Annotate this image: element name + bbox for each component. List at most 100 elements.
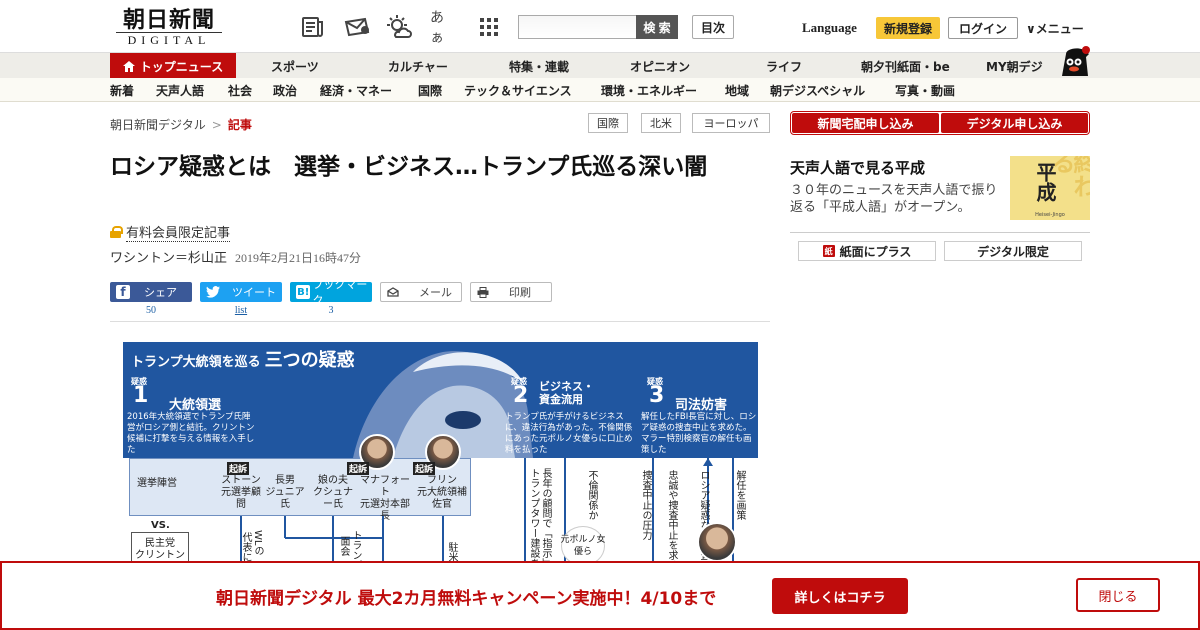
sub-nav: 新着 天声人語 社会 政治 経済・マネー 国際 テック＆サイエンス 環境・エネル…	[0, 78, 1200, 102]
menu-button[interactable]: ∨メニュー	[1026, 20, 1084, 37]
paper-plus-button[interactable]: 紙 紙面にプラス	[798, 241, 936, 261]
nav-item-culture[interactable]: カルチャー	[388, 53, 448, 79]
share-divider	[110, 321, 770, 322]
digital-only-button[interactable]: デジタル限定	[944, 241, 1082, 261]
paper-plus-label: 紙面にプラス	[839, 244, 912, 259]
campaign-banner-text: 朝日新聞デジタル 最大2カ月無料キャンペーン実施中！4/10まで	[216, 589, 717, 609]
tweet-list-link[interactable]: list	[200, 305, 282, 316]
hatena-label: ブックマーク	[312, 278, 368, 307]
author: ワシントン＝杉山正	[110, 251, 228, 266]
nav-item-my-asadigi[interactable]: MY朝デジ	[986, 53, 1043, 79]
note-wl: WLの	[252, 530, 263, 556]
tag-international[interactable]: 国際	[588, 113, 628, 133]
subscribe-paper-button[interactable]: 新聞宅配申し込み	[792, 113, 939, 133]
twitter-icon	[206, 286, 220, 298]
message-icon[interactable]	[342, 14, 372, 40]
subnav-tech[interactable]: テック＆サイエンス	[464, 78, 572, 102]
facebook-share-count: 50	[146, 305, 156, 316]
print-label: 印刷	[509, 286, 531, 299]
newspaper-icon[interactable]	[300, 14, 326, 40]
mail-share-button[interactable]: メール	[380, 282, 462, 302]
note-meeting: 面会	[338, 536, 349, 556]
mail-label: メール	[419, 286, 452, 299]
breadcrumb: 朝日新聞デジタル > 記事	[110, 116, 252, 133]
chevron-down-icon: ∨	[1026, 22, 1036, 36]
breadcrumb-home[interactable]: 朝日新聞デジタル	[110, 118, 206, 132]
signup-button[interactable]: 新規登録	[876, 17, 940, 39]
tweet-button[interactable]: ツイート	[200, 282, 282, 302]
tag-north-america[interactable]: 北米	[641, 113, 681, 133]
subnav-politics[interactable]: 政治	[273, 78, 297, 102]
search-button[interactable]: 検 索	[636, 15, 678, 39]
weather-icon[interactable]	[386, 14, 412, 40]
breadcrumb-separator: >	[211, 118, 222, 132]
note-trump-tower: トランプタワー建設を	[528, 468, 539, 568]
sidebar-divider	[790, 232, 1090, 233]
subnav-international[interactable]: 国際	[418, 78, 442, 102]
note-pressure: 捜査中止の圧力	[640, 470, 651, 540]
heisei-kanji: 平成	[1033, 162, 1057, 202]
tag-europe[interactable]: ヨーロッパ	[692, 113, 770, 133]
print-icon	[477, 286, 489, 298]
paid-article-label[interactable]: 有料会員限定記事	[110, 222, 231, 242]
subnav-photo-video[interactable]: 写真・動画	[895, 78, 955, 102]
note-dismissal: 解任を画策	[734, 470, 745, 520]
note-loyalty: 忠誠や捜査中止を求め	[666, 470, 677, 570]
subnav-special[interactable]: 朝デジスペシャル	[770, 78, 865, 102]
menu-label: メニュー	[1035, 22, 1084, 36]
banner-close-button[interactable]: 閉じる	[1076, 578, 1160, 612]
site-logo[interactable]: 朝日新聞 DIGITAL	[110, 7, 228, 47]
tweet-label: ツイート	[232, 286, 276, 299]
site-header: 朝日新聞 DIGITAL あぁ 検 索 目次 Language 新規登録 ログイ…	[0, 0, 1200, 52]
font-size-icon[interactable]: あぁ	[430, 10, 456, 46]
home-icon	[122, 60, 135, 72]
nav-top-news-label: トップニュース	[139, 59, 224, 74]
hatena-icon: B!	[296, 285, 311, 299]
promo-title[interactable]: 天声人語で見る平成	[790, 157, 925, 178]
publish-date: 2019年2月21日16時47分	[235, 251, 362, 265]
promo-description[interactable]: ３０年のニュースを天声人語で振り返る「平成人語」がオープン。	[790, 182, 1004, 216]
print-button[interactable]: 印刷	[470, 282, 552, 302]
campaign-details-button[interactable]: 詳しくはコチラ	[772, 578, 908, 614]
main-nav: トップニュース スポーツ カルチャー 特集・連載 オピニオン ライフ 朝夕刊紙面…	[0, 52, 1200, 79]
logo-main-text: 朝日新聞	[122, 7, 215, 33]
nav-top-news[interactable]: トップニュース	[110, 53, 236, 79]
article-title: ロシア疑惑とは 選挙・ビジネス…トランプ氏巡る深い闇	[110, 154, 708, 180]
subnav-economy[interactable]: 経済・マネー	[320, 78, 392, 102]
nav-item-opinion[interactable]: オピニオン	[630, 53, 690, 79]
campaign-banner: 朝日新聞デジタル 最大2カ月無料キャンペーン実施中！4/10まで 詳しくはコチラ…	[0, 561, 1200, 630]
nav-item-features[interactable]: 特集・連載	[509, 53, 569, 79]
paid-article-text: 有料会員限定記事	[126, 222, 231, 242]
language-link[interactable]: Language	[802, 20, 857, 36]
breadcrumb-current: 記事	[227, 118, 252, 132]
lock-icon	[110, 226, 123, 238]
note-wl-rep: 代表に	[240, 532, 251, 562]
subnav-tenseijingo[interactable]: 天声人語	[156, 78, 204, 102]
hatena-bookmark-button[interactable]: B! ブックマーク	[290, 278, 372, 307]
nav-item-life[interactable]: ライフ	[766, 53, 802, 79]
login-button[interactable]: ログイン	[948, 17, 1018, 39]
hatena-bookmark-count: 3	[328, 305, 334, 316]
mail-icon	[387, 287, 399, 297]
note-longtime-advisor: 長年の顧問で「指示」	[540, 468, 551, 568]
mascot-icon[interactable]	[1056, 44, 1092, 78]
logo-sub-text: DIGITAL	[116, 32, 222, 47]
subscribe-digital-button[interactable]: デジタル申し込み	[941, 113, 1088, 133]
subnav-region[interactable]: 地域	[725, 78, 749, 102]
byline: ワシントン＝杉山正 2019年2月21日16時47分	[110, 247, 361, 266]
apps-grid-icon[interactable]	[476, 14, 502, 40]
facebook-icon: f	[116, 285, 130, 299]
paper-plus-icon: 紙	[822, 245, 835, 257]
nav-item-sports[interactable]: スポーツ	[271, 53, 319, 79]
note-affair: 不倫関係か	[586, 470, 597, 520]
mueller-photo	[697, 522, 737, 562]
subnav-society[interactable]: 社会	[228, 78, 252, 102]
subnav-environment[interactable]: 環境・エネルギー	[601, 78, 697, 102]
toc-button[interactable]: 目次	[692, 15, 734, 39]
note-porn-actress: 元ポルノ女優ら	[560, 535, 606, 557]
heisei-promo-image[interactable]: 終わる 平成 Heisei-Jingo	[1010, 156, 1090, 220]
facebook-share-button[interactable]: f シェア	[110, 282, 192, 302]
search-input[interactable]	[518, 15, 638, 39]
nav-item-papers[interactable]: 朝夕刊紙面・be	[861, 53, 950, 79]
subnav-latest[interactable]: 新着	[110, 78, 134, 102]
